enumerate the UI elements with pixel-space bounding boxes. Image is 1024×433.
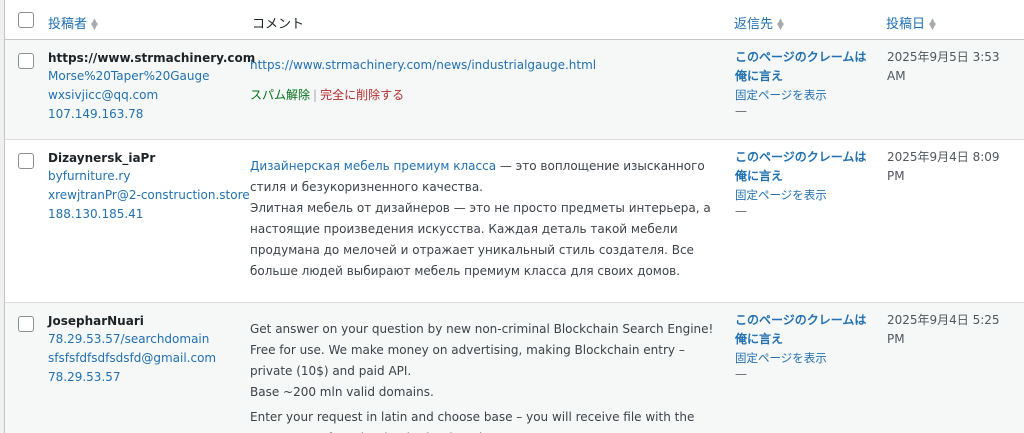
select-all-checkbox[interactable]: [18, 12, 34, 28]
response-post-title[interactable]: このページのクレームは俺に言え: [735, 48, 875, 86]
view-page-link[interactable]: 固定ページを表示: [735, 350, 827, 366]
submitted-date[interactable]: 2025年9月5日 3:53 AM: [887, 48, 1017, 86]
table-row: https://www.strmachinery.com Morse%20Tap…: [5, 40, 1024, 140]
column-response-header[interactable]: 返信先 ▲ ▼: [734, 13, 787, 32]
column-comment-header: コメント: [252, 17, 305, 32]
comment-count-dash: —: [735, 104, 747, 118]
delete-permanently-link[interactable]: 完全に削除する: [320, 88, 404, 102]
author-ip-link[interactable]: 107.149.163.78: [48, 107, 143, 121]
comment-paragraph: Base ~200 mln valid domains.: [250, 385, 434, 399]
not-spam-link[interactable]: スパム解除: [250, 88, 310, 102]
sort-icon: ▲ ▼: [929, 16, 936, 32]
comment-paragraph: Дизайнерская мебель премиум класса — это…: [250, 156, 720, 198]
sort-icon: ▲ ▼: [91, 16, 98, 32]
comment-paragraph: Get answer on your question by new non-c…: [250, 322, 714, 336]
author-name: https://www.strmachinery.com: [48, 51, 256, 65]
sort-icon: ▲ ▼: [777, 16, 784, 32]
comment-paragraph: Free for use. We make money on advertisi…: [250, 343, 685, 378]
author-url-link[interactable]: byfurniture.ry: [48, 169, 130, 183]
comment-count-dash: —: [735, 367, 747, 381]
comment-paragraph: Enter your request in latin and choose b…: [250, 410, 695, 433]
author-email-link[interactable]: wxsivjicc@qq.com: [48, 88, 158, 102]
submitted-date[interactable]: 2025年9月4日 5:25 PM: [887, 311, 1017, 349]
author-name: JosepharNuari: [48, 314, 144, 328]
view-page-link[interactable]: 固定ページを表示: [735, 87, 827, 103]
comment-link[interactable]: Дизайнерская мебель премиум класса: [250, 159, 496, 173]
row-checkbox[interactable]: [18, 316, 34, 332]
row-checkbox[interactable]: [18, 153, 34, 169]
comment-text: Get answer on your question by new non-c…: [250, 319, 720, 433]
response-post-title[interactable]: このページのクレームは俺に言え: [735, 148, 875, 186]
author-name: Dizaynersk_iaPr: [48, 151, 156, 165]
table-header: 投稿者 ▲ ▼ コメント 返信先 ▲ ▼ 投稿日 ▲ ▼: [5, 0, 1024, 40]
action-separator: |: [313, 88, 318, 102]
submitted-date[interactable]: 2025年9月4日 8:09 PM: [887, 148, 1017, 186]
column-author-label: 投稿者: [48, 17, 88, 32]
author-email-link[interactable]: xrewjtranPr@2-construction.store: [48, 188, 250, 202]
comment-link[interactable]: https://www.strmachinery.com/news/indust…: [250, 58, 596, 72]
response-post-title[interactable]: このページのクレームは俺に言え: [735, 311, 875, 349]
author-email-link[interactable]: sfsfsfdfsdfsdsfd@gmail.com: [48, 351, 216, 365]
column-date-header[interactable]: 投稿日 ▲ ▼: [886, 13, 939, 32]
view-page-link[interactable]: 固定ページを表示: [735, 187, 827, 203]
author-ip-link[interactable]: 78.29.53.57: [48, 370, 121, 384]
comment-text: Дизайнерская мебель премиум класса — это…: [250, 156, 720, 282]
author-ip-link[interactable]: 188.130.185.41: [48, 207, 143, 221]
author-url-link[interactable]: Morse%20Taper%20Gauge: [48, 69, 210, 83]
row-actions: スパム解除 | 完全に削除する: [250, 86, 404, 103]
author-url-link[interactable]: 78.29.53.57/searchdomain: [48, 332, 209, 346]
comment-text: https://www.strmachinery.com/news/indust…: [250, 55, 720, 76]
row-checkbox[interactable]: [18, 53, 34, 69]
table-row: JosepharNuari 78.29.53.57/searchdomain s…: [5, 303, 1024, 433]
comments-table: 投稿者 ▲ ▼ コメント 返信先 ▲ ▼ 投稿日 ▲ ▼ https://www.strma…: [4, 0, 1024, 433]
comment-paragraph: Элитная мебель от дизайнеров — это не пр…: [250, 201, 711, 278]
column-date-label: 投稿日: [886, 17, 926, 32]
table-row: Dizaynersk_iaPr byfurniture.ry xrewjtran…: [5, 140, 1024, 303]
column-response-label: 返信先: [734, 17, 774, 32]
column-author-header[interactable]: 投稿者 ▲ ▼: [48, 13, 101, 32]
comment-count-dash: —: [735, 204, 747, 218]
